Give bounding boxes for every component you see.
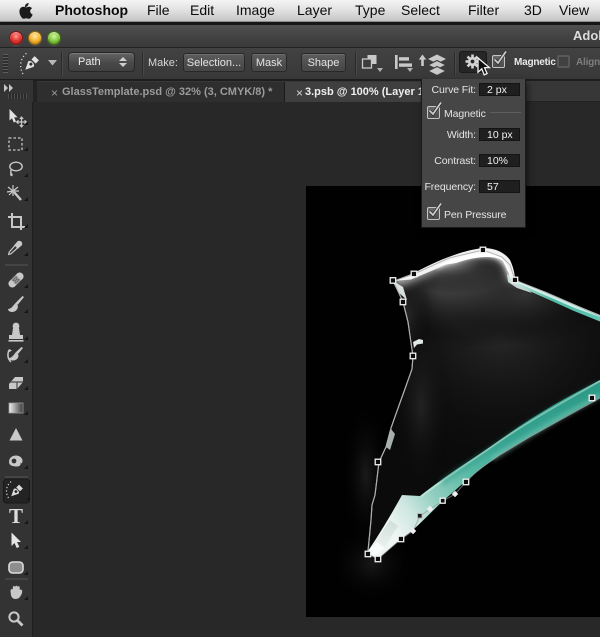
svg-text:T: T	[9, 504, 23, 528]
